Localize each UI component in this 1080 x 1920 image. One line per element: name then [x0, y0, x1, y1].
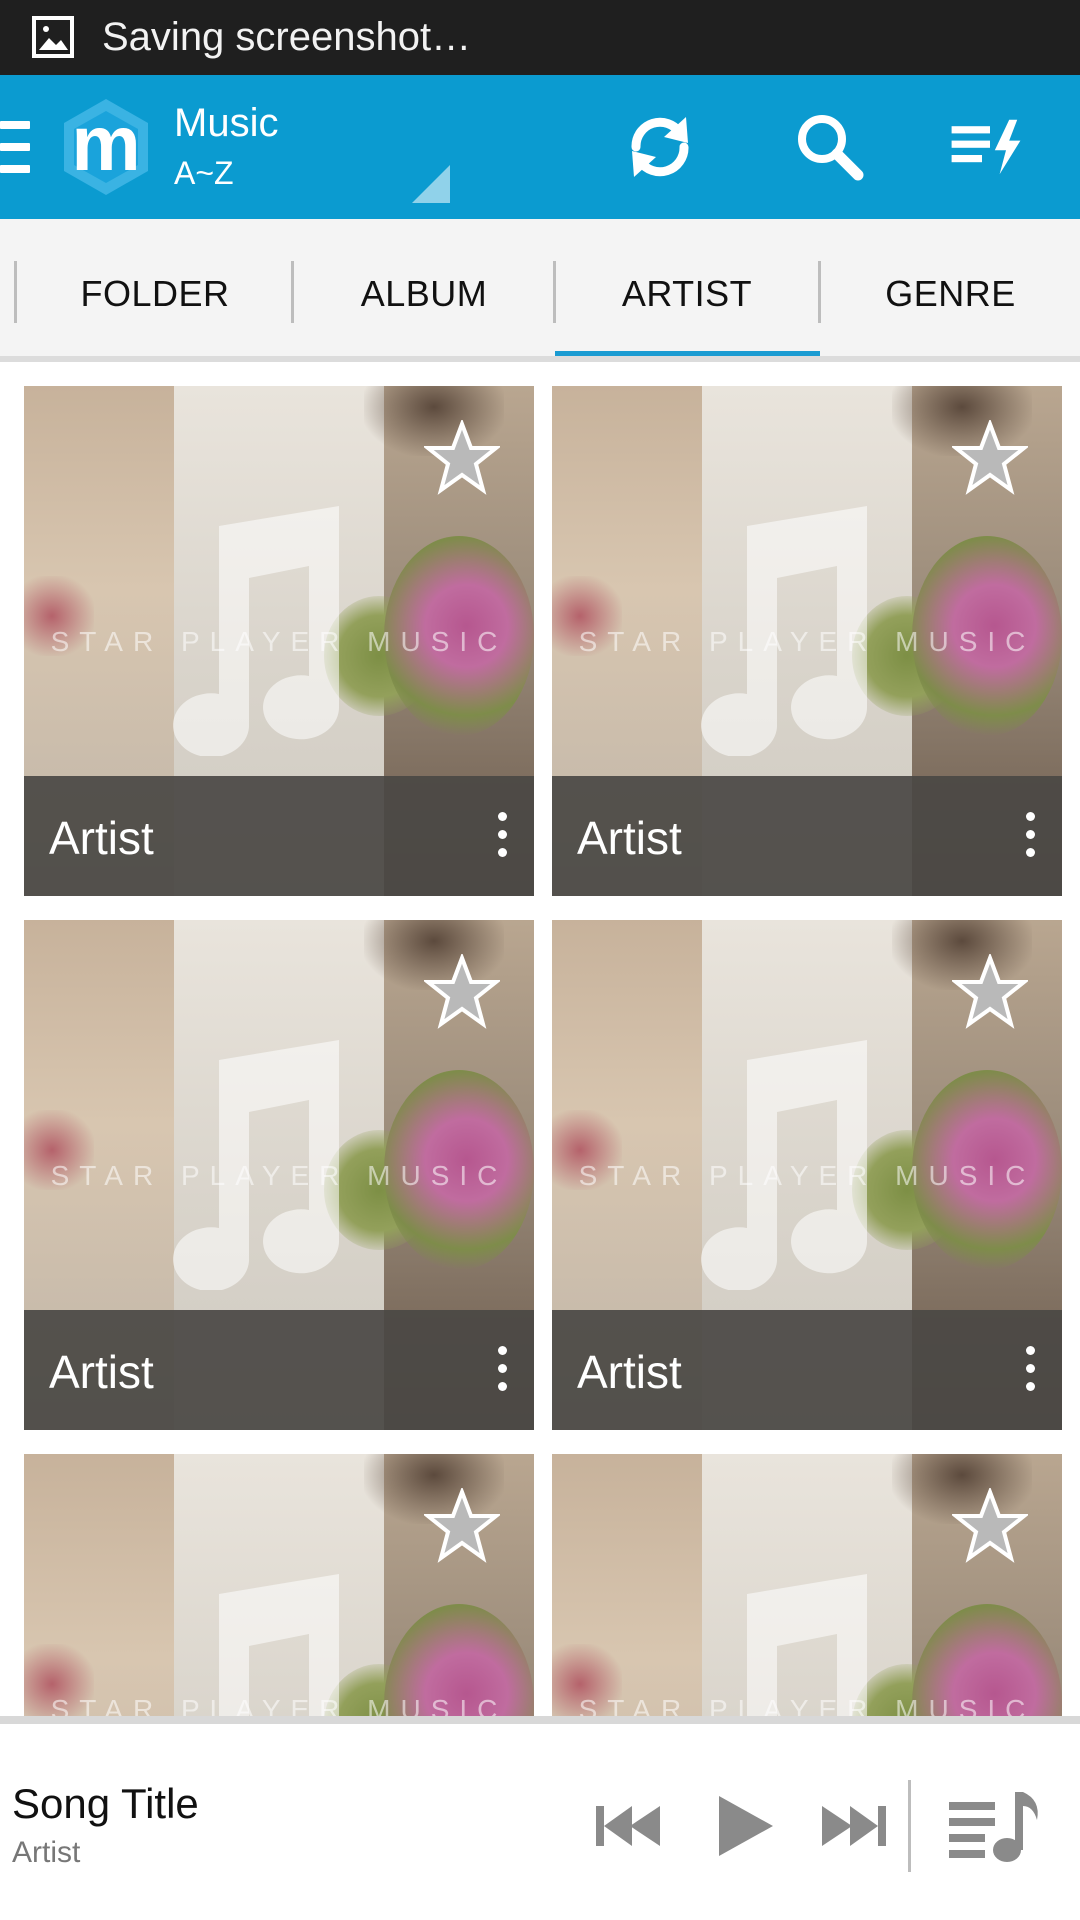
image-icon — [32, 16, 74, 58]
artist-card[interactable]: STAR PLAYER MUSIC Artist — [552, 386, 1062, 896]
more-options-icon[interactable] — [1022, 812, 1038, 862]
tab-album[interactable]: ALBUM — [294, 219, 554, 361]
card-watermark: STAR PLAYER MUSIC — [50, 626, 508, 657]
card-watermark: STAR PLAYER MUSIC — [578, 1694, 1036, 1716]
favorite-star-icon[interactable] — [952, 420, 1028, 496]
artist-card[interactable]: STAR PLAYER MUSIC Artist — [24, 920, 534, 1430]
status-notification-text: Saving screenshot… — [102, 15, 472, 59]
more-options-icon[interactable] — [1022, 1346, 1038, 1396]
artist-card[interactable]: STAR PLAYER MUSIC Artist — [24, 386, 534, 896]
card-watermark: STAR PLAYER MUSIC — [578, 1160, 1036, 1191]
previous-track-icon[interactable] — [590, 1786, 670, 1866]
queue-lightning-icon[interactable] — [950, 107, 1030, 187]
app-bar: m Music A~Z — [0, 75, 1080, 219]
sync-icon[interactable] — [620, 107, 700, 187]
now-playing-bar[interactable]: Song Title Artist — [0, 1724, 1080, 1920]
card-caption: Artist — [24, 1310, 534, 1430]
favorite-star-icon[interactable] — [424, 1488, 500, 1564]
app-logo[interactable]: m — [56, 97, 156, 197]
favorite-star-icon[interactable] — [952, 954, 1028, 1030]
controls-separator — [908, 1780, 911, 1872]
now-playing-divider — [0, 1716, 1080, 1724]
artist-name: Artist — [49, 812, 154, 864]
sort-order-label[interactable]: A~Z — [174, 155, 234, 192]
favorite-star-icon[interactable] — [952, 1488, 1028, 1564]
card-caption: Artist — [552, 776, 1062, 896]
card-watermark: STAR PLAYER MUSIC — [578, 626, 1036, 657]
artist-name: Artist — [577, 812, 682, 864]
favorite-star-icon[interactable] — [424, 954, 500, 1030]
play-icon[interactable] — [705, 1786, 785, 1866]
card-caption: Artist — [24, 776, 534, 896]
favorite-star-icon[interactable] — [424, 420, 500, 496]
category-tabs: FOLDER ALBUM ARTIST GENRE — [0, 219, 1080, 361]
menu-icon[interactable] — [0, 121, 30, 173]
artist-name: Artist — [577, 1346, 682, 1398]
tab-folder[interactable]: FOLDER — [20, 219, 290, 361]
artist-card[interactable]: STAR PLAYER MUSIC — [24, 1454, 534, 1716]
tab-divider — [14, 261, 17, 323]
artist-card[interactable]: STAR PLAYER MUSIC Artist — [552, 920, 1062, 1430]
now-playing-artist[interactable]: Artist — [12, 1836, 80, 1870]
card-watermark: STAR PLAYER MUSIC — [50, 1160, 508, 1191]
artist-grid[interactable]: STAR PLAYER MUSIC Artist STAR PLAYER MUS… — [0, 362, 1080, 1716]
search-icon[interactable] — [790, 107, 870, 187]
artist-name: Artist — [49, 1346, 154, 1398]
playlist-queue-icon[interactable] — [945, 1786, 1045, 1866]
status-bar: Saving screenshot… — [0, 0, 1080, 75]
logo-letter: m — [71, 99, 141, 187]
tab-artist[interactable]: ARTIST — [556, 219, 818, 361]
dropdown-triangle-icon[interactable] — [412, 165, 450, 203]
now-playing-title[interactable]: Song Title — [12, 1780, 199, 1828]
next-track-icon[interactable] — [812, 1786, 892, 1866]
card-watermark: STAR PLAYER MUSIC — [50, 1694, 508, 1716]
card-caption: Artist — [552, 1310, 1062, 1430]
more-options-icon[interactable] — [494, 1346, 510, 1396]
more-options-icon[interactable] — [494, 812, 510, 862]
artist-card[interactable]: STAR PLAYER MUSIC — [552, 1454, 1062, 1716]
tab-genre[interactable]: GENRE — [821, 219, 1080, 361]
app-title[interactable]: Music — [174, 101, 278, 146]
